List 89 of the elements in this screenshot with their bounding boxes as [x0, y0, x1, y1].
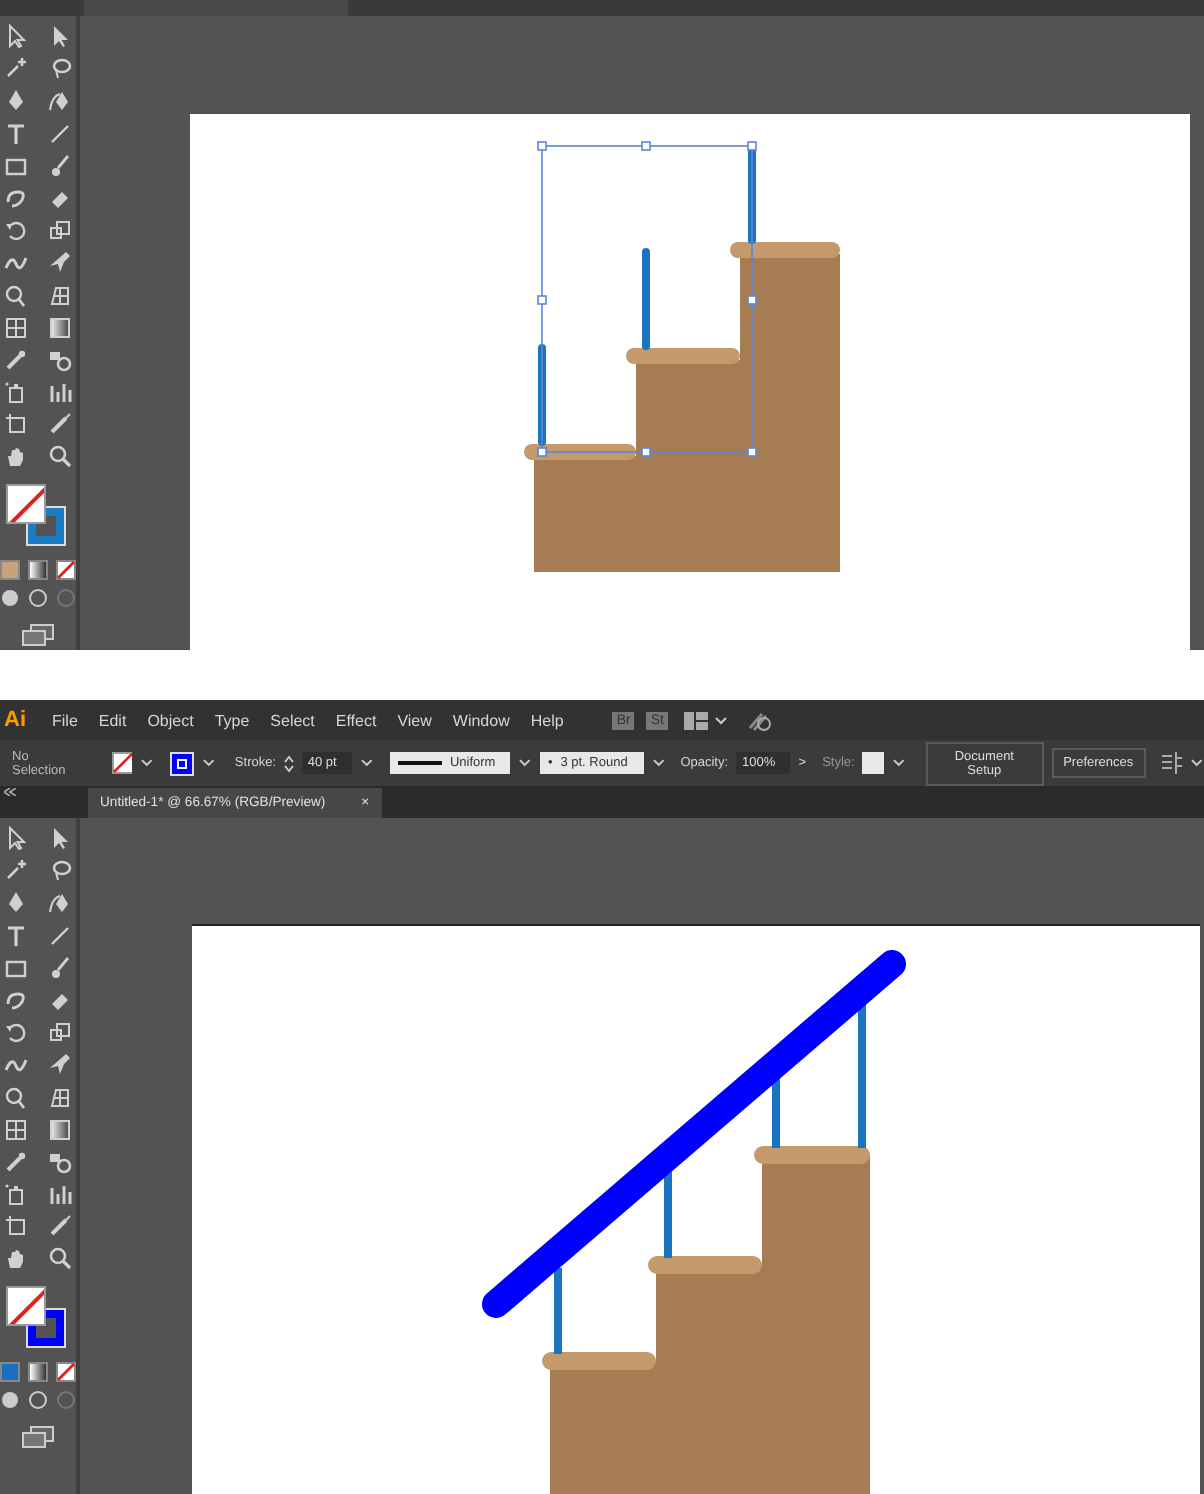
- direct-selection-icon[interactable]: [48, 24, 72, 48]
- caret-icon[interactable]: [360, 758, 374, 768]
- spray-can-icon[interactable]: [4, 380, 28, 405]
- menu-item[interactable]: Help: [530, 711, 564, 729]
- workspace-icon[interactable]: [683, 711, 708, 729]
- blend-icon[interactable]: [48, 347, 72, 372]
- baluster-post: [642, 248, 650, 350]
- caret-icon[interactable]: [892, 758, 906, 768]
- magic-wand-icon[interactable]: [4, 56, 28, 81]
- draw-normal-icon[interactable]: [0, 588, 20, 609]
- rotate-icon[interactable]: [4, 218, 28, 243]
- lasso-icon[interactable]: [48, 56, 72, 81]
- pen-icon[interactable]: [4, 890, 28, 915]
- menu-item[interactable]: View: [397, 711, 432, 729]
- line-segment-icon[interactable]: [48, 121, 72, 146]
- scale-icon[interactable]: [48, 1020, 72, 1045]
- caret-icon[interactable]: [201, 758, 215, 768]
- eyedropper-icon[interactable]: [4, 1149, 28, 1174]
- caret-icon[interactable]: [518, 758, 532, 768]
- zoom-icon[interactable]: [48, 444, 72, 469]
- paintbrush-icon[interactable]: [48, 153, 72, 178]
- mesh-icon[interactable]: [4, 315, 28, 340]
- draw-behind-icon[interactable]: [28, 1390, 48, 1411]
- color-swatch[interactable]: [0, 560, 20, 581]
- hand-icon[interactable]: [4, 1246, 28, 1271]
- stroke-line-icon: [397, 760, 442, 766]
- hand-icon[interactable]: [4, 444, 28, 469]
- screen-mode-icon[interactable]: [22, 624, 54, 647]
- spinner-icon[interactable]: [284, 753, 294, 773]
- menu-item[interactable]: Object: [147, 711, 194, 729]
- direct-selection-icon[interactable]: [48, 826, 72, 850]
- spray-can-icon[interactable]: [4, 1182, 28, 1207]
- bar-graph-icon[interactable]: [48, 1182, 72, 1207]
- draw-behind-icon[interactable]: [28, 588, 48, 609]
- bar-graph-icon[interactable]: [48, 380, 72, 405]
- pencil-icon[interactable]: [48, 1214, 72, 1239]
- eyedropper-icon[interactable]: [4, 347, 28, 372]
- menu-item[interactable]: Select: [270, 711, 315, 729]
- baluster-post: [538, 344, 546, 446]
- selection-bounding-box[interactable]: [537, 141, 757, 457]
- gradient-icon[interactable]: [48, 1117, 72, 1142]
- caret-icon[interactable]: [713, 715, 728, 725]
- color-swatch[interactable]: [0, 1362, 20, 1383]
- mesh-icon[interactable]: [4, 1117, 28, 1142]
- menu-item[interactable]: Effect: [335, 711, 377, 729]
- style-swatch[interactable]: [862, 752, 884, 774]
- artboard-icon[interactable]: [4, 412, 28, 437]
- perspective-grid-icon[interactable]: [48, 283, 72, 307]
- lasso-icon[interactable]: [48, 858, 72, 883]
- type-tool-icon[interactable]: [4, 121, 28, 146]
- menu-item[interactable]: Window: [452, 711, 510, 729]
- blend-icon[interactable]: [48, 1149, 72, 1174]
- scale-icon[interactable]: [48, 218, 72, 243]
- line-segment-icon[interactable]: [48, 923, 72, 948]
- none-swatch[interactable]: [56, 560, 76, 581]
- screen-mode-icon[interactable]: [22, 1426, 54, 1449]
- rectangle-icon[interactable]: [4, 955, 28, 980]
- caret-icon[interactable]: [140, 758, 155, 768]
- draw-normal-icon[interactable]: [0, 1390, 20, 1411]
- gradient-swatch[interactable]: [28, 1362, 48, 1383]
- menu-item[interactable]: File: [52, 711, 78, 729]
- pen-icon[interactable]: [4, 88, 28, 113]
- gradient-swatch[interactable]: [28, 560, 48, 581]
- perspective-grid-icon[interactable]: [48, 1085, 72, 1109]
- artboard-icon[interactable]: [4, 1214, 28, 1239]
- type-tool-icon[interactable]: [4, 923, 28, 948]
- fill-swatch[interactable]: [111, 752, 133, 774]
- baluster-post: [554, 1268, 562, 1354]
- fill-swatch[interactable]: [6, 484, 46, 525]
- curvature-pen-icon[interactable]: [48, 88, 72, 113]
- selection-arrow-icon[interactable]: [4, 24, 28, 48]
- selection-arrow-icon[interactable]: [4, 826, 28, 850]
- caret-icon[interactable]: [1190, 758, 1204, 768]
- curvature-pen-icon[interactable]: [48, 890, 72, 915]
- rectangle-icon[interactable]: [4, 153, 28, 178]
- align-icon[interactable]: [1159, 752, 1183, 774]
- baluster-post: [664, 1172, 672, 1258]
- caret-icon[interactable]: [652, 758, 667, 768]
- pencil-icon[interactable]: [48, 412, 72, 437]
- magic-wand-icon[interactable]: [4, 858, 28, 883]
- rotate-icon[interactable]: [4, 1020, 28, 1045]
- menu-item[interactable]: Edit: [98, 711, 127, 729]
- zoom-icon[interactable]: [48, 1246, 72, 1271]
- app-logo: Ai: [4, 708, 28, 732]
- paintbrush-icon[interactable]: [48, 955, 72, 980]
- none-swatch[interactable]: [56, 1362, 76, 1383]
- fill-swatch[interactable]: [6, 1286, 46, 1327]
- gradient-icon[interactable]: [48, 315, 72, 340]
- menu-item[interactable]: Type: [214, 711, 250, 729]
